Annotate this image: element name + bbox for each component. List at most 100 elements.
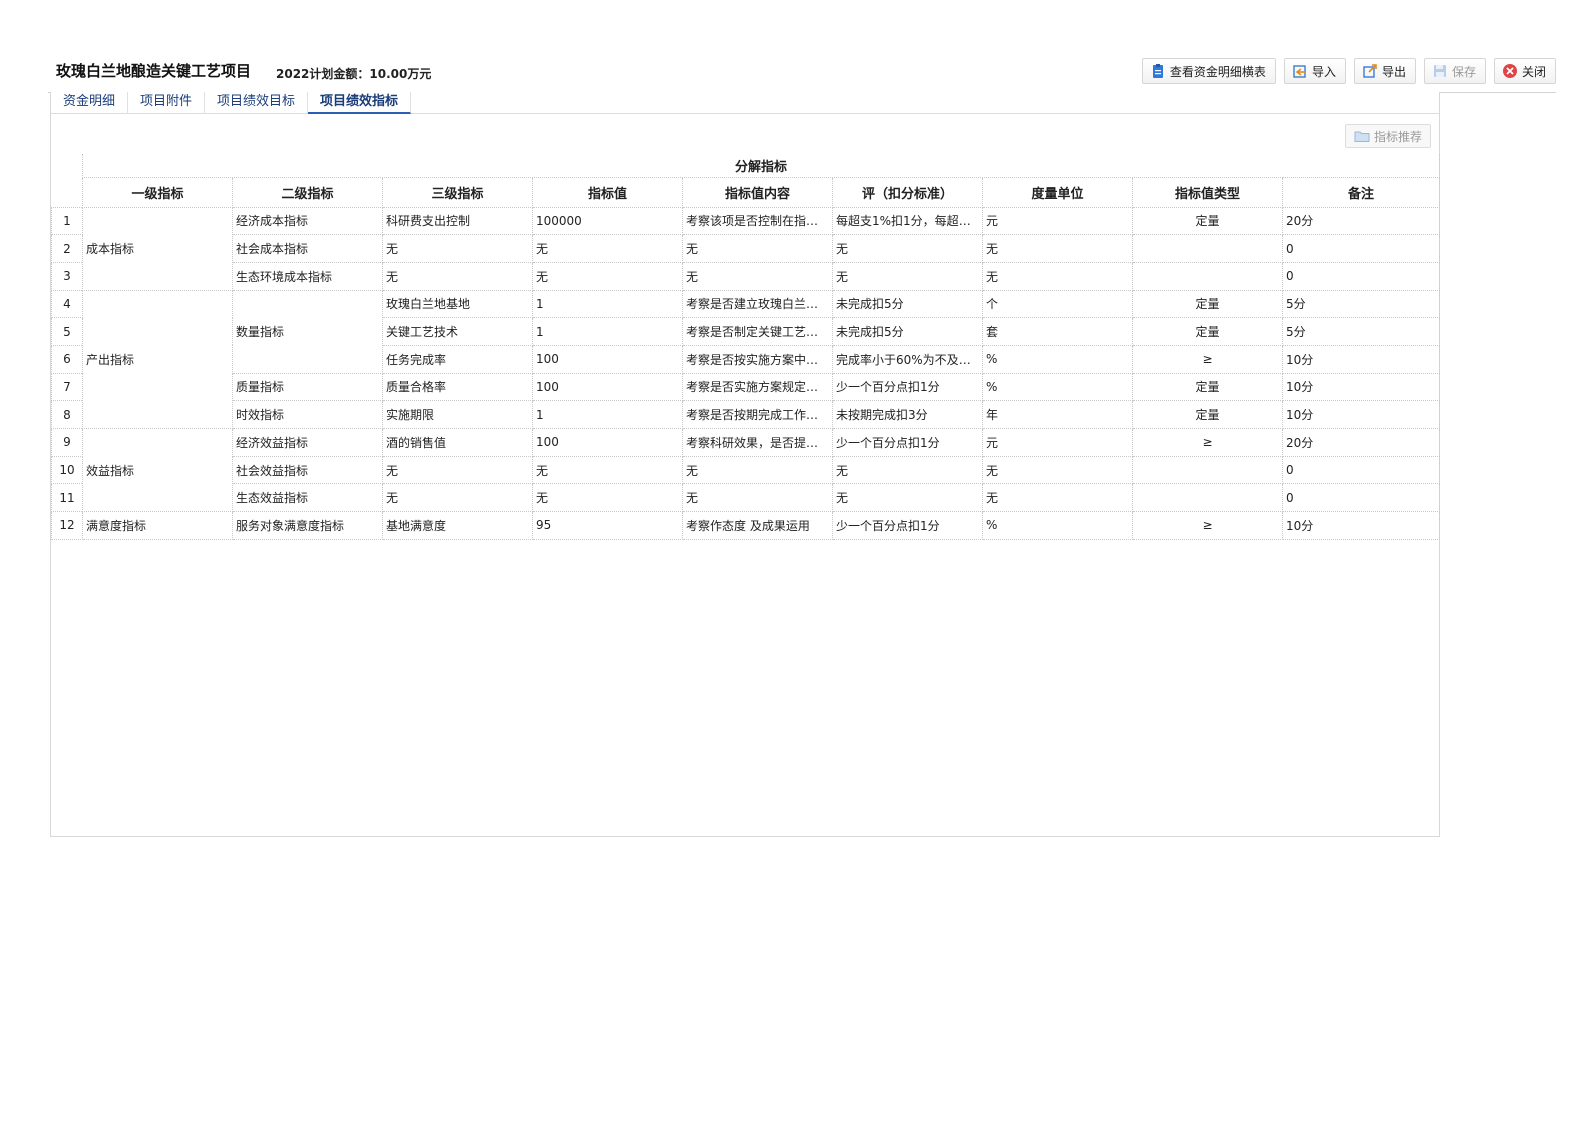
tab-0[interactable]: 资金明细: [51, 92, 129, 114]
level3-indicator-cell: 质量合格率: [382, 372, 533, 402]
table-row[interactable]: 10 社会效益指标无无无无无 0: [51, 455, 1441, 485]
save-button-label: 保存: [1451, 64, 1476, 79]
value-type-cell: 定量: [1132, 289, 1283, 319]
row-number: 12: [51, 511, 83, 540]
scoring-standard-cell: 未按期完成扣3分: [832, 400, 983, 429]
scoring-standard-cell: 未完成扣5分: [832, 289, 983, 319]
indicator-value-cell: 1: [532, 317, 683, 346]
scoring-standard-cell: 每超支1%扣1分，每超支...: [832, 206, 983, 236]
note-cell: 10分: [1281, 400, 1441, 429]
value-type-cell: ≥: [1132, 511, 1283, 540]
unit-cell: 元: [982, 206, 1133, 236]
note-cell: 20分: [1281, 428, 1441, 457]
level2-indicator-cell: 时效指标: [232, 400, 383, 429]
table-row[interactable]: 12 满意度指标 服务对象满意度指标 基地满意度 95 考察作态度 及成果运用 少一个百分点…: [51, 511, 1441, 540]
indicator-value-cell: 100: [532, 344, 683, 374]
indicator-content-cell: 无: [682, 483, 833, 513]
table-row[interactable]: 1 成本指标 经济成本指标 科研费支出控制 100000 考察该项是否控制在指标... 每超…: [51, 206, 1441, 291]
toolbar: 查看资金明细横表 导入 导出 保存 关闭: [1141, 58, 1556, 84]
level3-indicator-cell: 无: [382, 455, 533, 485]
recommend-indicator-button[interactable]: 指标推荐: [1344, 124, 1431, 148]
indicator-content-cell: 无: [682, 234, 833, 263]
level1-indicator-cell: 成本指标: [82, 206, 233, 291]
level2-indicator-cell: 社会成本指标: [232, 234, 383, 263]
view-funds-table-button-label: 查看资金明细横表: [1169, 64, 1266, 79]
row-number: 2: [51, 234, 83, 263]
level3-indicator-cell: 科研费支出控制: [382, 206, 533, 236]
note-cell: 5分: [1281, 289, 1441, 319]
row-number: 5: [51, 317, 83, 346]
level1-indicator-cell: 产出指标: [82, 289, 233, 430]
indicator-content-cell: 考察是否建立玫瑰白兰地...: [682, 289, 833, 319]
scoring-standard-cell: 无: [832, 234, 983, 263]
note-cell: 0: [1281, 455, 1441, 485]
level2-indicator-cell: 社会效益指标: [232, 455, 383, 485]
scoring-standard-cell: 完成率小于60%为不及格...: [832, 344, 983, 374]
tab-2[interactable]: 项目绩效目标: [205, 92, 309, 114]
note-cell: 5分: [1281, 317, 1441, 346]
level3-indicator-cell: 玫瑰白兰地基地: [382, 289, 533, 319]
table-row[interactable]: 3 生态环境成本指标无无无无无 0: [51, 261, 1441, 291]
indicator-content-cell: 无: [682, 261, 833, 291]
table-row[interactable]: 8 时效指标 实施期限 1 考察是否按期完成工作任... 未按期完成扣3分年定量 10分: [51, 400, 1441, 429]
level3-indicator-cell: 无: [382, 261, 533, 291]
unit-cell: 无: [982, 261, 1133, 291]
import-button-label: 导入: [1311, 64, 1336, 79]
level1-indicator-cell: 效益指标: [82, 427, 233, 513]
close-button[interactable]: 关闭: [1493, 58, 1556, 84]
level2-indicator-cell: 经济效益指标: [232, 428, 383, 457]
indicator-value-cell: 1: [532, 289, 683, 319]
indicator-value-cell: 无: [532, 261, 683, 291]
tab-1[interactable]: 项目附件: [128, 92, 206, 114]
column-header: 评（扣分标准）: [832, 176, 983, 208]
value-type-cell: 定量: [1132, 206, 1283, 236]
row-number: 11: [51, 483, 83, 513]
indicator-value-cell: 无: [532, 455, 683, 485]
save-button[interactable]: 保存: [1423, 58, 1486, 84]
export-button[interactable]: 导出: [1353, 58, 1416, 84]
level3-indicator-cell: 无: [382, 483, 533, 513]
folder-icon: [1354, 128, 1370, 144]
indicator-content-cell: 考察是否按实施方案中任...: [682, 344, 833, 374]
value-type-cell: ≥: [1132, 428, 1283, 457]
import-button[interactable]: 导入: [1283, 58, 1346, 84]
indicator-content-cell: 无: [682, 455, 833, 485]
indicator-content-cell: 考察作态度 及成果运用: [682, 511, 833, 540]
unit-cell: 无: [982, 483, 1133, 513]
import-icon: [1292, 63, 1308, 79]
scoring-standard-cell: 少一个百分点扣1分: [832, 428, 983, 457]
close-icon: [1502, 63, 1518, 79]
indicator-value-cell: 无: [532, 483, 683, 513]
level3-indicator-cell: 酒的销售值: [382, 428, 533, 457]
group-header: 分解指标: [81, 154, 1441, 178]
indicator-content-cell: 考察是否实施方案规定指...: [682, 372, 833, 402]
plan-amount: 2022计划金额：10.00万元: [276, 67, 432, 81]
row-number: 4: [51, 289, 83, 319]
content-panel: 资金明细 项目附件 项目绩效目标 项目绩效指标 指标推荐 分解指标 一级指标 二级指标三…: [50, 92, 1441, 837]
value-type-cell: 定量: [1132, 400, 1283, 429]
column-header: 三级指标: [382, 176, 533, 208]
table-row[interactable]: 11 生态效益指标无无无无无 0: [51, 483, 1441, 513]
clipboard-icon: [1150, 63, 1166, 79]
level2-indicator-cell: 生态效益指标: [232, 483, 383, 513]
level3-indicator-cell: 任务完成率: [382, 344, 533, 374]
table-row[interactable]: 9 效益指标 经济效益指标 酒的销售值 100 考察科研效果，是否提质... 少一个百分点扣…: [51, 427, 1441, 513]
level3-indicator-cell: 关键工艺技术: [382, 317, 533, 346]
level3-indicator-cell: 无: [382, 234, 533, 263]
level2-indicator-cell: 经济成本指标: [232, 206, 383, 236]
table-row[interactable]: 7 质量指标 质量合格率 100 考察是否实施方案规定指... 少一个百分点扣1分% 定量 1…: [51, 372, 1441, 402]
level2-indicator-cell: 质量指标: [232, 372, 383, 402]
unit-cell: 个: [982, 289, 1133, 319]
table-row[interactable]: 4 产出指标 数量指标 玫瑰白兰地基地 1 考察是否建立玫瑰白兰地... 未完成扣5分个定量…: [51, 289, 1441, 430]
scoring-standard-cell: 少一个百分点扣1分: [832, 372, 983, 402]
row-number-header: [52, 154, 83, 207]
row-number: 6: [51, 344, 83, 374]
tab-3[interactable]: 项目绩效指标: [308, 92, 412, 114]
view-funds-table-button[interactable]: 查看资金明细横表: [1141, 58, 1276, 84]
unit-cell: 无: [982, 455, 1133, 485]
unit-cell: %: [982, 511, 1133, 540]
tab-bar: 资金明细 项目附件 项目绩效目标 项目绩效指标: [51, 92, 1439, 114]
table-row[interactable]: 2 社会成本指标无无无无无 0: [51, 234, 1441, 263]
scoring-standard-cell: 少一个百分点扣1分: [832, 511, 983, 540]
scoring-standard-cell: 无: [832, 455, 983, 485]
